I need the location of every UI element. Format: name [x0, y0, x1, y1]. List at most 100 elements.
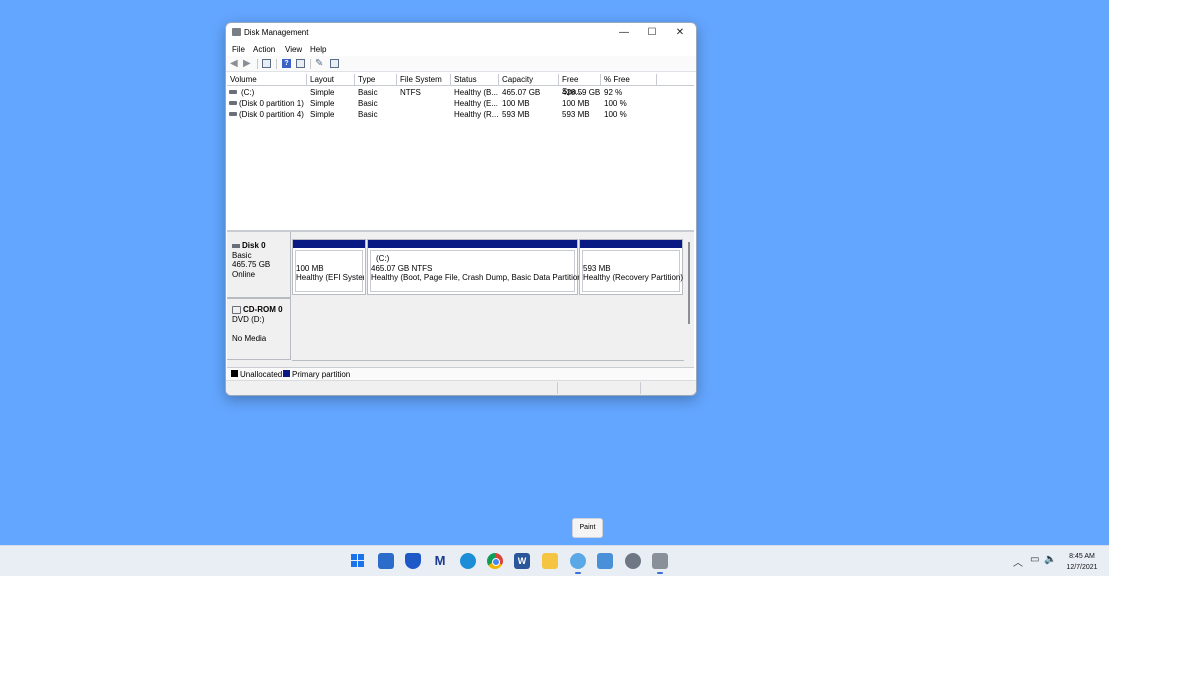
column-file-system[interactable]: File System: [397, 74, 451, 85]
column-status[interactable]: Status: [451, 74, 499, 85]
word-icon[interactable]: W: [514, 553, 530, 569]
taskbar: M W ︿ ▭ 🔈 8:45 AM 12/7/2021: [0, 545, 1109, 576]
volume-layout: Simple: [310, 88, 335, 97]
drive-icon: [229, 90, 237, 94]
volume-file-system: NTFS: [400, 88, 421, 97]
toolbar: ◀ ▶ ? ✎: [226, 56, 696, 72]
status-bar: [226, 380, 696, 395]
disk-0-label[interactable]: Disk 0 Basic 465.75 GB Online: [227, 232, 291, 298]
settings-icon[interactable]: [330, 59, 339, 68]
volume-list-header: Volume Layout Type File System Status Ca…: [227, 74, 694, 96]
mail-icon[interactable]: [378, 553, 394, 569]
volume-status: Healthy (B...: [454, 88, 498, 97]
volume-name: (Disk 0 partition 1): [239, 99, 304, 108]
legend: Unallocated Primary partition: [227, 367, 694, 380]
minimize-button[interactable]: —: [610, 23, 638, 43]
drive-icon: [229, 101, 237, 105]
volume-name: (C:): [241, 88, 255, 97]
primary-partition-bar: [293, 240, 365, 248]
cdrom-icon: [232, 305, 241, 314]
file-explorer-icon[interactable]: [542, 553, 558, 569]
volume-row[interactable]: (Disk 0 partition 4) Simple Basic Health…: [227, 109, 694, 120]
defender-icon[interactable]: [405, 553, 421, 569]
partition-size: 593 MB: [583, 264, 611, 273]
volume-capacity: 100 MB: [502, 99, 530, 108]
disk-0-type: Basic: [232, 251, 252, 260]
settings-icon[interactable]: [625, 553, 641, 569]
drive-icon: [229, 112, 237, 116]
volume-type: Basic: [358, 99, 378, 108]
column-free-space[interactable]: Free Spa...: [559, 74, 601, 96]
title-bar[interactable]: Disk Management — ☐ ✕: [226, 23, 696, 43]
help-icon[interactable]: ?: [282, 59, 291, 68]
photos-icon[interactable]: [597, 553, 613, 569]
cdrom-0-media: No Media: [232, 334, 267, 343]
disk-0-name-text: Disk 0: [242, 241, 266, 250]
volume-free-space: 100 MB: [562, 99, 590, 108]
partition-status: Healthy (Boot, Page File, Crash Dump, Ba…: [371, 273, 585, 282]
volume-capacity: 465.07 GB: [502, 88, 541, 97]
partition-status: Healthy (EFI System: [296, 273, 364, 282]
volume-layout: Simple: [310, 110, 335, 119]
clock[interactable]: 8:45 AM 12/7/2021: [1058, 551, 1106, 573]
volume-percent-free: 100 %: [604, 110, 627, 119]
cdrom-0-name-text: CD-ROM 0: [243, 305, 283, 314]
legend-unallocated: Unallocated: [240, 370, 283, 379]
volume-type: Basic: [358, 88, 378, 97]
forward-arrow-icon[interactable]: ▶: [243, 59, 252, 69]
menu-action[interactable]: Action: [253, 45, 275, 54]
column-volume[interactable]: Volume: [227, 74, 307, 85]
volume-row[interactable]: (Disk 0 partition 1) Simple Basic Health…: [227, 98, 694, 109]
cdrom-0-label[interactable]: CD-ROM 0 DVD (D:) No Media: [227, 298, 291, 360]
column-percent-free[interactable]: % Free: [601, 74, 657, 85]
disk-graphical-view: Disk 0 Basic 465.75 GB Online 100 MB Hea…: [227, 232, 694, 367]
volume-percent-free: 100 %: [604, 99, 627, 108]
partition-size: 465.07 GB NTFS: [371, 264, 433, 273]
menu-file[interactable]: File: [232, 45, 245, 54]
menu-help[interactable]: Help: [310, 45, 326, 54]
volume-status: Healthy (R...: [454, 110, 498, 119]
malwarebytes-icon[interactable]: M: [432, 553, 448, 569]
start-icon[interactable]: [350, 553, 366, 569]
chrome-icon[interactable]: [487, 553, 503, 569]
chevron-up-icon[interactable]: ︿: [1013, 554, 1023, 569]
volume-list: Volume Layout Type File System Status Ca…: [227, 74, 694, 232]
primary-partition-bar: [580, 240, 682, 248]
partition-efi[interactable]: 100 MB Healthy (EFI System: [292, 239, 366, 295]
volume-capacity: 593 MB: [502, 110, 530, 119]
rescan-icon[interactable]: ✎: [315, 59, 324, 69]
maximize-button[interactable]: ☐: [638, 23, 666, 43]
console-tree-icon[interactable]: [262, 59, 271, 68]
volume-status: Healthy (E...: [454, 99, 498, 108]
column-capacity[interactable]: Capacity: [499, 74, 559, 85]
status-separator: [640, 382, 641, 394]
window-title: Disk Management: [244, 28, 309, 37]
paint-icon[interactable]: [570, 553, 586, 574]
toolbar-separator: [310, 59, 311, 69]
close-button[interactable]: ✕: [666, 23, 694, 43]
blank-area: [0, 575, 1200, 675]
column-layout[interactable]: Layout: [307, 74, 355, 85]
primary-partition-swatch: [283, 370, 290, 377]
properties-icon[interactable]: [296, 59, 305, 68]
menu-view[interactable]: View: [285, 45, 302, 54]
taskbar-tooltip: Paint: [572, 518, 603, 538]
back-arrow-icon[interactable]: ◀: [230, 59, 239, 69]
clock-date: 12/7/2021: [1066, 564, 1098, 571]
volume-row[interactable]: (C:) Simple Basic NTFS Healthy (B... 465…: [227, 87, 694, 98]
partition-c[interactable]: (C:) 465.07 GB NTFS Healthy (Boot, Page …: [367, 239, 584, 295]
column-type[interactable]: Type: [355, 74, 397, 85]
disk-management-app-icon: [232, 28, 241, 36]
menu-bar: File Action View Help: [226, 43, 696, 56]
network-icon[interactable]: ▭: [1030, 554, 1039, 565]
volume-icon[interactable]: 🔈: [1044, 554, 1056, 565]
disk-0-state: Online: [232, 270, 256, 279]
partition-recovery[interactable]: 593 MB Healthy (Recovery Partition): [579, 239, 683, 295]
edge-icon[interactable]: [460, 553, 476, 569]
vertical-scrollbar[interactable]: [688, 242, 690, 324]
cdrom-0-area: [292, 298, 684, 361]
cdrom-0-type: DVD (D:): [232, 315, 265, 324]
toolbar-separator: [257, 59, 258, 69]
disk-management-icon[interactable]: [652, 553, 668, 574]
volume-type: Basic: [358, 110, 378, 119]
